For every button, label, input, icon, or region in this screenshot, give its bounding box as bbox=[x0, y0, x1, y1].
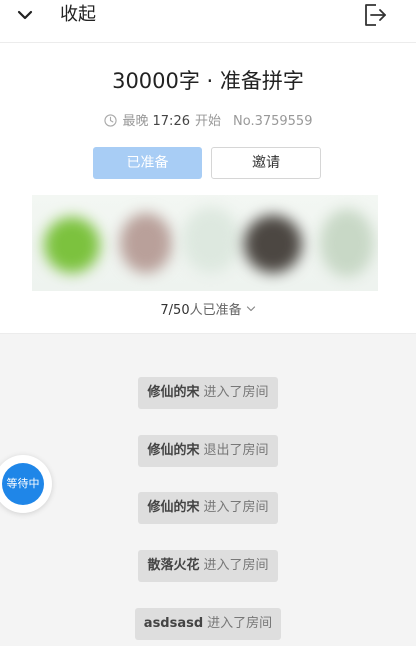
avatar[interactable] bbox=[120, 213, 172, 273]
message-pill: 散落火花 进入了房间 bbox=[138, 550, 278, 582]
ready-count-toggle[interactable]: 7/50人已准备 bbox=[0, 301, 416, 321]
chevron-down-icon bbox=[246, 306, 255, 312]
message-action: 进入了房间 bbox=[207, 616, 273, 631]
user-name: 散落火花 bbox=[147, 558, 200, 573]
activity-message: 修仙的宋 进入了房间 bbox=[0, 492, 416, 524]
participant-avatars bbox=[32, 195, 378, 291]
activity-message: 散落火花 进入了房间 bbox=[0, 550, 416, 582]
message-pill: asdsasd 进入了房间 bbox=[134, 608, 282, 640]
message-action: 进入了房间 bbox=[203, 558, 269, 573]
exit-icon[interactable] bbox=[361, 1, 389, 29]
waiting-status-label: 等待中 bbox=[2, 463, 44, 505]
user-name: 修仙的宋 bbox=[147, 385, 200, 400]
message-pill: 修仙的宋 退出了房间 bbox=[138, 435, 278, 467]
message-pill: 修仙的宋 进入了房间 bbox=[138, 377, 278, 409]
avatar[interactable] bbox=[44, 217, 100, 273]
message-action: 退出了房间 bbox=[203, 443, 269, 458]
message-pill: 修仙的宋 进入了房间 bbox=[138, 492, 278, 524]
room-number: No.3759559 bbox=[233, 114, 313, 129]
activity-message: 修仙的宋 进入了房间 bbox=[0, 377, 416, 409]
user-name: 修仙的宋 bbox=[147, 443, 200, 458]
room-card: 30000字 · 准备拼字 最晚 17:26 开始 No.3759559 已准备 邀请… bbox=[0, 43, 416, 334]
invite-button[interactable]: 邀请 bbox=[211, 147, 321, 179]
chevron-down-icon[interactable] bbox=[13, 3, 37, 27]
room-meta: 最晚 17:26 开始 No.3759559 bbox=[0, 112, 416, 132]
user-name: asdsasd bbox=[143, 616, 204, 631]
top-bar: 收起 bbox=[0, 0, 416, 43]
avatar[interactable] bbox=[182, 207, 240, 273]
room-title: 30000字 · 准备拼字 bbox=[112, 69, 304, 93]
user-name: 修仙的宋 bbox=[147, 500, 200, 515]
start-suffix: 开始 bbox=[194, 114, 221, 129]
collapse-label[interactable]: 收起 bbox=[60, 3, 96, 27]
ready-count-suffix: 人已准备 bbox=[189, 303, 242, 318]
clock-icon bbox=[103, 114, 117, 127]
avatar[interactable] bbox=[244, 215, 302, 273]
start-time: 17:26 bbox=[152, 114, 190, 129]
ready-button[interactable]: 已准备 bbox=[93, 147, 202, 179]
avatar[interactable] bbox=[320, 209, 374, 277]
activity-message: asdsasd 进入了房间 bbox=[0, 608, 416, 640]
ready-count: 7/50 bbox=[160, 303, 190, 318]
message-action: 进入了房间 bbox=[203, 500, 269, 515]
message-action: 进入了房间 bbox=[203, 385, 269, 400]
start-prefix: 最晚 bbox=[122, 114, 149, 129]
room-activity-log: 修仙的宋 进入了房间 修仙的宋 退出了房间 修仙的宋 进入了房间 散落火花 进入了房间 … bbox=[0, 333, 416, 646]
activity-message: 修仙的宋 退出了房间 bbox=[0, 435, 416, 467]
